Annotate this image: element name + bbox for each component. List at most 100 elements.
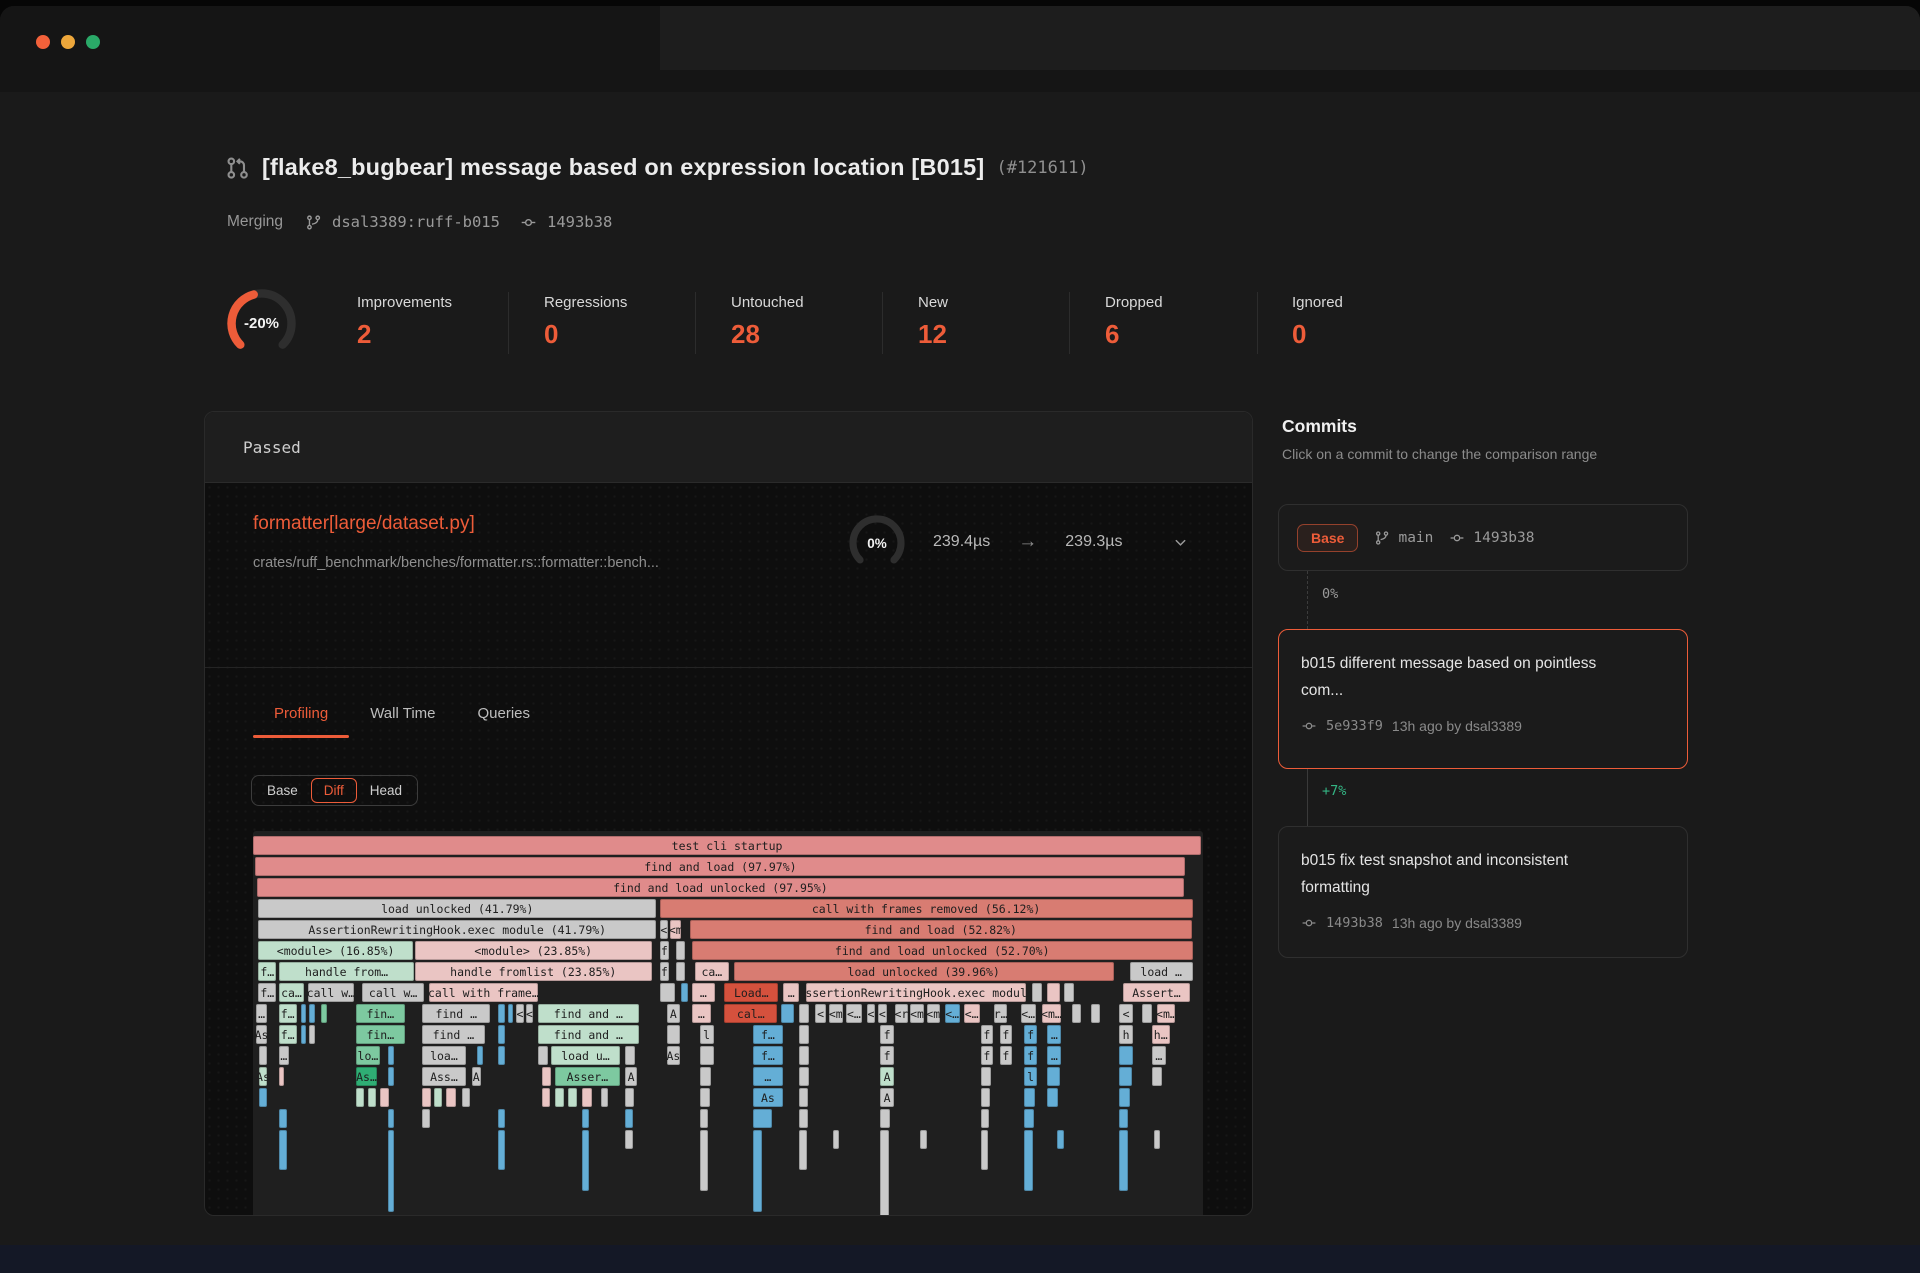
flame-bar[interactable]: Ass… — [422, 1067, 466, 1086]
flame-bar[interactable] — [1119, 1088, 1129, 1107]
tab-queries[interactable]: Queries — [456, 695, 551, 738]
flame-bar[interactable]: <… — [1021, 1004, 1036, 1023]
flame-spike[interactable] — [799, 1130, 807, 1170]
flame-bar[interactable] — [781, 1004, 794, 1023]
flame-bar[interactable] — [568, 1088, 577, 1107]
flame-bar[interactable]: fin… — [356, 1025, 405, 1044]
flame-bar[interactable]: f… — [279, 1004, 297, 1023]
flame-bar[interactable] — [309, 1025, 315, 1044]
flame-bar[interactable] — [1047, 983, 1060, 1002]
flame-bar[interactable] — [1032, 983, 1042, 1002]
flame-bar[interactable]: f — [981, 1046, 993, 1065]
flame-bar[interactable] — [555, 1088, 564, 1107]
tab-wall-time[interactable]: Wall Time — [349, 695, 456, 738]
flame-bar[interactable] — [498, 1025, 505, 1044]
flame-bar[interactable]: loa… — [422, 1046, 466, 1065]
commit-hash[interactable]: 1493b38 — [1326, 915, 1383, 931]
flame-bar[interactable]: … — [1152, 1046, 1166, 1065]
flame-bar[interactable] — [676, 941, 686, 960]
flame-bar[interactable]: … — [692, 983, 715, 1002]
flame-bar[interactable] — [259, 1046, 268, 1065]
flame-bar[interactable]: f — [1000, 1025, 1012, 1044]
flame-bar[interactable] — [388, 1046, 394, 1065]
flame-bar[interactable]: find and load unlocked (97.95%) — [257, 878, 1183, 897]
flame-bar[interactable] — [700, 1088, 710, 1107]
window-close-button[interactable] — [36, 35, 50, 49]
flame-bar[interactable] — [799, 1067, 809, 1086]
flame-spike[interactable] — [700, 1130, 709, 1191]
flame-bar[interactable] — [1152, 1067, 1162, 1086]
flame-bar[interactable] — [753, 1109, 772, 1128]
flame-bar[interactable]: … — [256, 1004, 267, 1023]
flame-bar[interactable]: A — [880, 1088, 894, 1107]
flame-bar[interactable]: find and load (52.82%) — [690, 920, 1192, 939]
flame-spike[interactable] — [981, 1130, 989, 1170]
flame-spike[interactable] — [1024, 1130, 1033, 1191]
flame-bar[interactable]: < — [867, 1004, 876, 1023]
flame-bar[interactable]: … — [783, 983, 799, 1002]
flame-bar[interactable] — [301, 1004, 307, 1023]
flame-bar[interactable]: AssertionRewritingHook.exec module (41.7… — [258, 920, 656, 939]
flame-bar[interactable] — [1119, 1067, 1131, 1086]
flame-bar[interactable] — [700, 1109, 709, 1128]
flame-bar[interactable] — [981, 1067, 991, 1086]
flame-bar[interactable]: A — [625, 1067, 636, 1086]
flame-spike[interactable] — [625, 1130, 633, 1149]
flame-spike[interactable] — [1119, 1130, 1128, 1191]
flame-bar[interactable] — [1024, 1109, 1034, 1128]
commit-card-selected[interactable]: b015 different message based on pointles… — [1278, 629, 1688, 769]
flame-bar[interactable]: As — [256, 1025, 267, 1044]
flame-bar[interactable]: <… — [945, 1004, 960, 1023]
flame-bar[interactable] — [368, 1088, 377, 1107]
flame-spike[interactable] — [1057, 1130, 1065, 1149]
merge-commit-hash[interactable]: 1493b38 — [547, 213, 612, 231]
flame-bar[interactable]: f — [660, 941, 670, 960]
flame-bar[interactable] — [446, 1088, 456, 1107]
flame-bar[interactable]: Assert… — [1123, 983, 1190, 1002]
flame-spike[interactable] — [753, 1130, 763, 1212]
flame-bar[interactable] — [259, 1088, 268, 1107]
flame-bar[interactable] — [1142, 1004, 1152, 1023]
flame-bar[interactable]: <m — [910, 1004, 923, 1023]
commit-hash[interactable]: 5e933f9 — [1326, 718, 1383, 734]
flame-spike[interactable] — [880, 1130, 889, 1216]
flame-bar[interactable]: f… — [753, 1025, 783, 1044]
flame-bar[interactable]: < — [660, 920, 669, 939]
flame-spike[interactable] — [582, 1130, 590, 1191]
flame-bar[interactable]: Asser… — [555, 1067, 620, 1086]
flame-bar[interactable] — [321, 1004, 327, 1023]
flame-bar[interactable]: f — [1024, 1025, 1036, 1044]
flame-bar[interactable]: cal… — [724, 1004, 777, 1023]
flame-bar[interactable]: <m — [670, 920, 681, 939]
flame-bar[interactable] — [422, 1109, 430, 1128]
flame-bar[interactable] — [279, 1109, 288, 1128]
flame-bar[interactable] — [799, 1088, 808, 1107]
flame-bar[interactable]: load unlocked (39.96%) — [734, 962, 1114, 981]
flame-bar[interactable]: r… — [994, 1004, 1007, 1023]
flame-bar[interactable]: <m… — [1157, 1004, 1175, 1023]
flame-bar[interactable] — [542, 1088, 551, 1107]
flame-bar[interactable]: handle from… — [279, 962, 415, 981]
window-minimize-button[interactable] — [61, 35, 75, 49]
flame-bar[interactable]: f — [981, 1025, 993, 1044]
flame-bar[interactable]: As… — [356, 1067, 378, 1086]
flame-spike[interactable] — [833, 1130, 840, 1149]
view-option-base[interactable]: Base — [254, 778, 311, 803]
flame-bar[interactable]: < — [526, 1004, 534, 1023]
flame-bar[interactable]: load u… — [551, 1046, 619, 1065]
flame-bar[interactable]: < — [1119, 1004, 1132, 1023]
flame-bar[interactable]: f — [660, 962, 670, 981]
flame-bar[interactable] — [676, 962, 686, 981]
flame-bar[interactable] — [799, 1109, 808, 1128]
flame-bar[interactable] — [498, 1109, 505, 1128]
flame-bar[interactable]: l — [700, 1025, 714, 1044]
flame-bar[interactable]: f… — [753, 1046, 783, 1065]
flame-bar[interactable]: fin… — [356, 1004, 405, 1023]
flame-bar[interactable] — [981, 1109, 990, 1128]
flame-bar[interactable]: < — [878, 1004, 887, 1023]
flame-bar[interactable]: f — [880, 1025, 894, 1044]
flame-bar[interactable]: h — [1119, 1025, 1132, 1044]
flame-bar[interactable] — [700, 1067, 711, 1086]
benchmark-name-link[interactable]: formatter[large/dataset.py] — [253, 513, 475, 535]
flame-bar[interactable] — [279, 1067, 285, 1086]
